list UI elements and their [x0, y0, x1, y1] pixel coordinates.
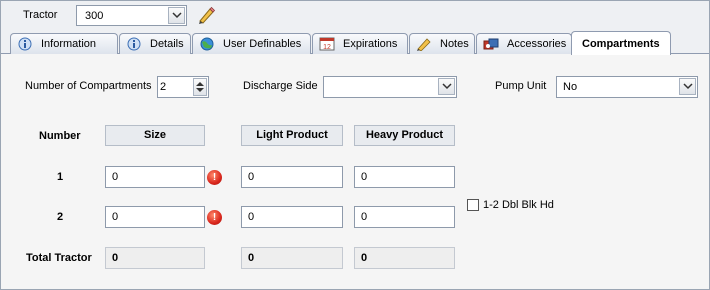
calendar-day: 12 [323, 44, 331, 51]
tab-details-label: Details [150, 38, 184, 50]
row-number: 2 [57, 211, 64, 223]
discharge-side-select[interactable] [323, 76, 457, 98]
edit-pencil-icon[interactable] [196, 6, 216, 24]
pump-unit-select[interactable]: No [556, 76, 698, 98]
size-column-header[interactable]: Size [105, 125, 205, 146]
discharge-side-label: Discharge Side [243, 80, 318, 92]
size-value: 0 [112, 211, 119, 223]
heavy-product-input[interactable]: 0 [354, 166, 455, 188]
error-icon[interactable]: ! [207, 170, 222, 185]
tab-compartments-label: Compartments [582, 37, 660, 50]
total-light-product-field: 0 [241, 247, 343, 269]
chevron-down-icon [442, 83, 452, 90]
row-number: 1 [57, 171, 64, 183]
light-product-input[interactable]: 0 [241, 166, 343, 188]
number-of-compartments-label: Number of Compartments [25, 80, 152, 92]
calendar-icon: 12 [319, 37, 335, 51]
heavy-product-value: 0 [361, 211, 368, 223]
info-icon [18, 37, 32, 51]
total-size-value: 0 [112, 252, 119, 264]
heavy-product-value: 0 [361, 171, 368, 183]
total-light-product-value: 0 [248, 252, 255, 264]
tab-accessories-label: Accessories [507, 38, 567, 50]
tab-details[interactable]: Details [119, 33, 191, 54]
details-icon [127, 37, 141, 51]
heavy-product-column-header[interactable]: Heavy Product [354, 125, 455, 146]
tractor-label: Tractor [23, 9, 58, 21]
light-product-input[interactable]: 0 [241, 206, 343, 228]
tab-accessories[interactable]: Accessories [476, 33, 572, 54]
number-of-compartments-spinner[interactable]: 2 [157, 76, 209, 98]
tractor-select-value: 300 [85, 10, 104, 22]
number-of-compartments-value: 2 [160, 81, 167, 93]
pencil-icon [417, 38, 431, 51]
tab-notes-label: Notes [440, 38, 469, 50]
tab-expirations[interactable]: 12 Expirations [312, 33, 408, 54]
light-product-column-header[interactable]: Light Product [241, 125, 343, 146]
dbl-blk-hd-label: 1-2 Dbl Blk Hd [483, 199, 554, 211]
total-heavy-product-value: 0 [361, 252, 368, 264]
pump-unit-label: Pump Unit [495, 80, 547, 92]
pump-unit-value: No [563, 81, 578, 93]
tractor-dropdown-button[interactable] [168, 7, 185, 24]
tractor-toolbar: Tractor 300 [1, 1, 709, 31]
tab-user-definables-label: User Definables [223, 38, 302, 50]
total-heavy-product-field: 0 [354, 247, 455, 269]
total-size-field: 0 [105, 247, 205, 269]
spinner-down-icon[interactable] [196, 88, 204, 92]
number-column-header: Number [39, 130, 81, 142]
size-input[interactable]: 0 [105, 206, 205, 228]
compartments-panel: Number of Compartments 2 Discharge Side … [1, 54, 709, 289]
total-tractor-label: Total Tractor [26, 252, 92, 264]
spinner-buttons[interactable] [193, 78, 207, 96]
tab-strip: Information Details User Definables 12 E… [1, 30, 709, 55]
tab-information-label: Information [41, 38, 97, 50]
globe-icon [200, 37, 214, 51]
accessories-icon [483, 38, 499, 50]
size-input[interactable]: 0 [105, 166, 205, 188]
discharge-side-dropdown-button[interactable] [438, 78, 455, 95]
chevron-down-icon [172, 12, 182, 19]
tab-compartments[interactable]: Compartments [571, 31, 671, 55]
pump-unit-dropdown-button[interactable] [679, 78, 696, 95]
tab-expirations-label: Expirations [343, 38, 398, 50]
error-icon[interactable]: ! [207, 210, 222, 225]
light-product-value: 0 [248, 171, 255, 183]
heavy-product-input[interactable]: 0 [354, 206, 455, 228]
chevron-down-icon [683, 83, 693, 90]
dbl-blk-hd-checkbox[interactable] [467, 199, 479, 211]
light-product-value: 0 [248, 211, 255, 223]
tab-user-definables[interactable]: User Definables [192, 33, 311, 54]
tractor-select[interactable]: 300 [76, 5, 187, 26]
tab-notes[interactable]: Notes [409, 33, 475, 54]
size-value: 0 [112, 171, 119, 183]
spinner-up-icon[interactable] [196, 82, 204, 86]
tab-information[interactable]: Information [10, 33, 118, 54]
